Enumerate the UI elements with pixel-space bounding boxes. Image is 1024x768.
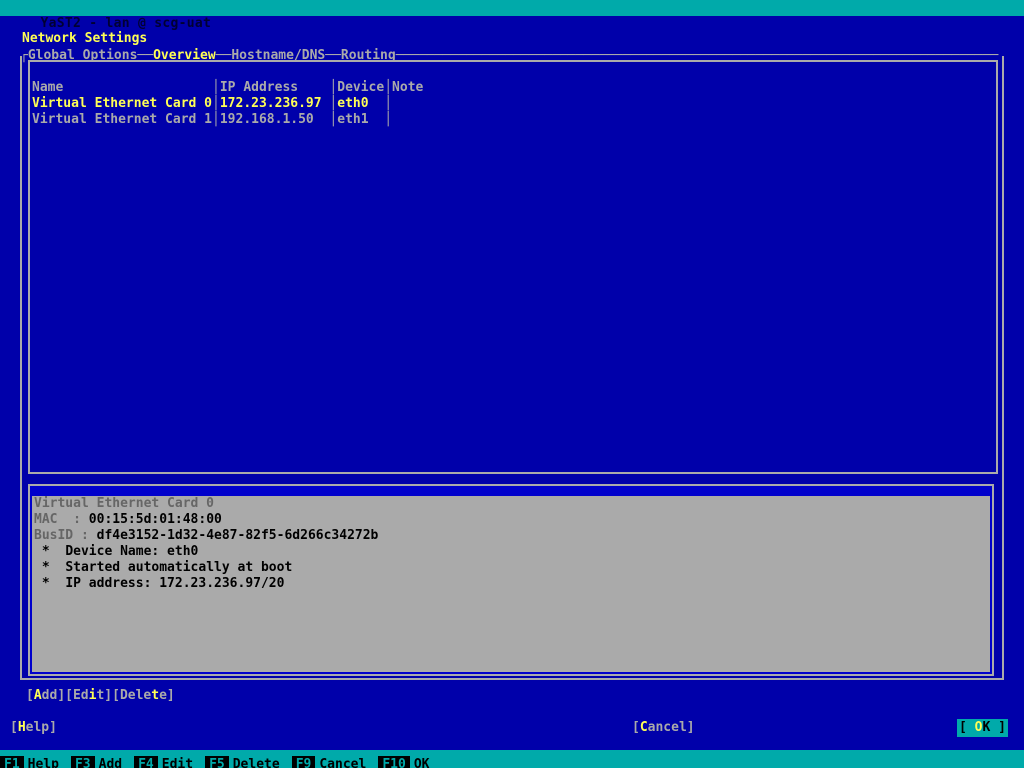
function-key-gap bbox=[283, 750, 292, 768]
function-key-label-add[interactable]: Add bbox=[94, 756, 127, 768]
add-button-bracket-open: [ bbox=[26, 688, 34, 703]
help-button-bracket-close: ] bbox=[49, 720, 57, 735]
delete-button-bracket-open: [ bbox=[112, 688, 120, 703]
terminal-screen: YaST2 - lan @ scg-uat Network Settings ┌… bbox=[0, 0, 1024, 768]
help-button-label-post: elp bbox=[25, 720, 50, 735]
column-header-name: Name bbox=[32, 80, 213, 95]
cancel-button-bracket-open: [ bbox=[632, 720, 640, 735]
add-button[interactable]: [Add] bbox=[26, 688, 65, 703]
cell-note bbox=[392, 96, 549, 111]
interfaces-table[interactable]: Name │IP Address │Device│Note Virtual Et… bbox=[32, 80, 994, 128]
detail-bullet: * IP address: 172.23.236.97/20 bbox=[32, 576, 990, 592]
delete-button-label-post: e bbox=[159, 688, 167, 703]
column-header-note: Note bbox=[392, 80, 549, 95]
window-title-text: YaST2 - lan @ scg-uat bbox=[40, 16, 212, 31]
column-separator: │ bbox=[212, 112, 220, 127]
detail-title-text: Virtual Ethernet Card 0 bbox=[34, 496, 215, 511]
delete-button-label-pre: Dele bbox=[119, 688, 152, 703]
cancel-button-label-post: ancel bbox=[647, 720, 687, 735]
edit-button-bracket-close: ] bbox=[104, 688, 113, 703]
detail-bullet-text: IP address: 172.23.236.97/20 bbox=[65, 576, 285, 591]
window-title-bar: YaST2 - lan @ scg-uat bbox=[0, 0, 1024, 31]
column-separator: │ bbox=[384, 80, 393, 95]
function-key-label-cancel[interactable]: Cancel bbox=[315, 756, 371, 768]
help-button[interactable]: [Help] bbox=[10, 720, 57, 736]
column-separator: │ bbox=[212, 80, 220, 95]
function-key-gap bbox=[370, 750, 379, 768]
bullet-icon: * bbox=[34, 560, 66, 575]
function-key-f1[interactable]: F1 bbox=[0, 756, 24, 768]
cell-note bbox=[392, 112, 549, 127]
detail-mac-value: 00:15:5d:01:48:00 bbox=[88, 512, 222, 527]
dialog-frame-corner-left bbox=[20, 56, 22, 66]
delete-button-bracket-close: ] bbox=[166, 688, 175, 703]
cell-ip-address: 172.23.236.97 bbox=[219, 96, 330, 111]
detail-mac: MAC : 00:15:5d:01:48:00 bbox=[32, 512, 990, 528]
ok-button-bracket-open: [ bbox=[959, 720, 975, 735]
function-key-f5[interactable]: F5 bbox=[205, 756, 229, 768]
page-title: Network Settings bbox=[22, 31, 148, 46]
function-key-gap bbox=[62, 750, 71, 768]
function-key-f3[interactable]: F3 bbox=[70, 756, 95, 768]
help-button-hotkey: H bbox=[17, 720, 26, 735]
help-button-bracket-open: [ bbox=[10, 720, 18, 735]
function-key-f10[interactable]: F10 bbox=[378, 756, 410, 768]
cell-name: Virtual Ethernet Card 1 bbox=[32, 112, 213, 127]
bullet-icon: * bbox=[34, 544, 66, 559]
edit-button[interactable]: [Edit] bbox=[65, 688, 112, 703]
detail-busid-label: BusID : bbox=[34, 528, 97, 543]
detail-busid-value: df4e3152-1d32-4e87-82f5-6d266c34272b bbox=[96, 528, 379, 543]
edit-button-bracket-open: [ bbox=[65, 688, 73, 703]
function-key-f9[interactable]: F9 bbox=[291, 756, 316, 768]
function-key-gap bbox=[126, 750, 135, 768]
cancel-button-hotkey: C bbox=[639, 720, 648, 735]
interface-detail-panel: Virtual Ethernet Card 0 MAC : 00:15:5d:01… bbox=[32, 496, 990, 672]
dialog-frame-corner-right bbox=[1002, 56, 1004, 66]
delete-button[interactable]: [Delete] bbox=[112, 688, 175, 703]
function-key-gap bbox=[197, 750, 206, 768]
ok-button[interactable]: [ OK ] bbox=[957, 719, 1008, 737]
function-key-label-help[interactable]: Help bbox=[23, 756, 63, 768]
function-key-label-ok[interactable]: OK bbox=[409, 756, 434, 768]
cell-ip-address: 192.168.1.50 bbox=[219, 112, 330, 127]
cancel-button[interactable]: [Cancel] bbox=[632, 720, 695, 736]
cell-name: Virtual Ethernet Card 0 bbox=[32, 96, 213, 111]
add-button-label-post: dd bbox=[41, 688, 58, 703]
detail-bullet-text: Device Name: eth0 bbox=[65, 544, 199, 559]
detail-bullet: * Device Name: eth0 bbox=[32, 544, 990, 560]
table-row[interactable]: Virtual Ethernet Card 1│192.168.1.50 │et… bbox=[32, 112, 994, 128]
table-header-row: Name │IP Address │Device│Note bbox=[32, 80, 994, 96]
table-action-buttons[interactable]: [Add][Edit][Delete] bbox=[26, 688, 175, 704]
function-key-bar[interactable]: F1 Help F3 Add F4 Edit F5 Delete F9 Cancel F10 OK bbox=[0, 750, 1024, 768]
detail-mac-label: MAC : bbox=[34, 512, 89, 527]
add-button-bracket-close: ] bbox=[57, 688, 66, 703]
bullet-icon: * bbox=[34, 576, 66, 591]
column-separator: │ bbox=[384, 112, 393, 127]
column-header-device: Device bbox=[337, 80, 385, 95]
add-button-hotkey: A bbox=[33, 688, 42, 703]
table-row[interactable]: Virtual Ethernet Card 0│172.23.236.97 │e… bbox=[32, 96, 994, 112]
function-key-f4[interactable]: F4 bbox=[134, 756, 158, 768]
cell-device: eth1 bbox=[337, 112, 385, 127]
detail-title: Virtual Ethernet Card 0 bbox=[32, 496, 990, 512]
delete-button-hotkey: t bbox=[151, 688, 160, 703]
detail-busid: BusID : df4e3152-1d32-4e87-82f5-6d266c34… bbox=[32, 528, 990, 544]
function-key-label-delete[interactable]: Delete bbox=[228, 756, 284, 768]
cancel-button-bracket-close: ] bbox=[686, 720, 695, 735]
column-separator: │ bbox=[384, 96, 393, 111]
detail-bullet: * Started automatically at boot bbox=[32, 560, 990, 576]
column-separator: │ bbox=[212, 96, 220, 111]
function-key-label-edit[interactable]: Edit bbox=[157, 756, 198, 768]
edit-button-label-pre: Ed bbox=[72, 688, 89, 703]
cell-device: eth0 bbox=[337, 96, 385, 111]
column-header-ip-address: IP Address bbox=[219, 80, 330, 95]
detail-bullet-text: Started automatically at boot bbox=[65, 560, 293, 575]
ok-button-bracket-close: ] bbox=[990, 720, 1006, 735]
